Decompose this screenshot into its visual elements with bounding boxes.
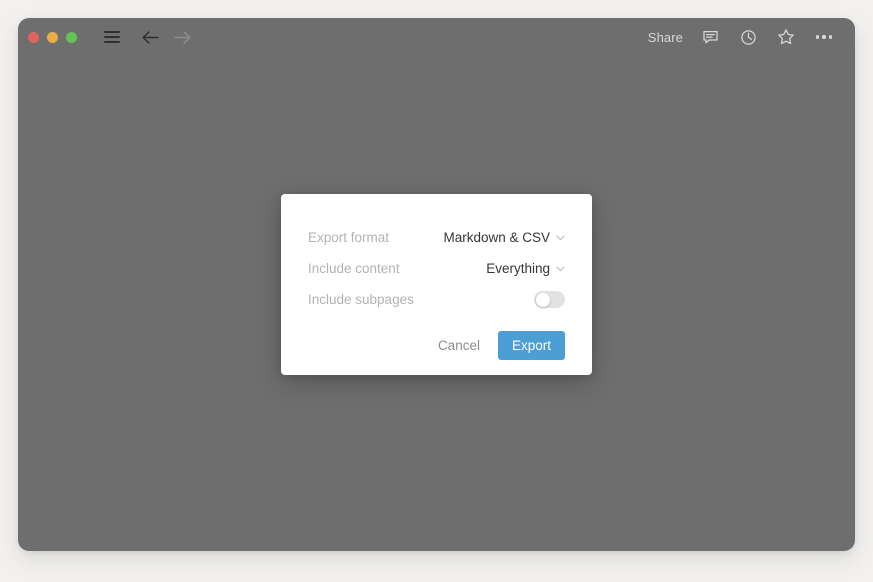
star-icon[interactable] (775, 26, 797, 48)
comment-icon[interactable] (699, 26, 721, 48)
export-format-label: Export format (308, 230, 390, 245)
navigation-arrows (137, 24, 195, 50)
ellipsis-icon[interactable] (813, 26, 835, 48)
close-window-button[interactable] (28, 31, 39, 43)
dialog-actions: Cancel Export (308, 331, 565, 360)
share-button[interactable]: Share (648, 30, 683, 45)
export-format-value: Markdown & CSV (443, 230, 550, 245)
include-content-label: Include content (308, 261, 400, 276)
row-include-content: Include content Everything (308, 253, 565, 284)
titlebar-right-controls: Share (648, 26, 835, 48)
minimize-window-button[interactable] (47, 31, 58, 43)
hamburger-menu-icon[interactable] (99, 24, 125, 50)
hamburger-menu-glyph (104, 31, 120, 43)
include-content-value: Everything (486, 261, 550, 276)
toggle-knob (535, 292, 550, 307)
titlebar: Share (18, 18, 855, 56)
cancel-button[interactable]: Cancel (426, 331, 492, 360)
chevron-down-icon (556, 266, 565, 271)
export-button[interactable]: Export (497, 331, 565, 360)
include-subpages-label: Include subpages (308, 292, 414, 307)
chevron-down-icon (556, 235, 565, 240)
row-export-format: Export format Markdown & CSV (308, 222, 565, 253)
include-content-dropdown[interactable]: Everything (486, 261, 565, 276)
arrow-right-icon[interactable] (169, 24, 195, 50)
ellipsis-glyph (816, 35, 832, 39)
app-window: Share Export format Markdown & CSV Inclu… (18, 18, 855, 551)
window-traffic-lights (28, 31, 77, 43)
export-format-dropdown[interactable]: Markdown & CSV (443, 230, 565, 245)
row-include-subpages: Include subpages (308, 284, 565, 315)
include-subpages-toggle[interactable] (534, 291, 565, 308)
export-dialog: Export format Markdown & CSV Include con… (281, 194, 592, 375)
arrow-left-icon[interactable] (137, 24, 163, 50)
titlebar-left-controls (28, 24, 195, 50)
clock-icon[interactable] (737, 26, 759, 48)
maximize-window-button[interactable] (66, 31, 77, 43)
